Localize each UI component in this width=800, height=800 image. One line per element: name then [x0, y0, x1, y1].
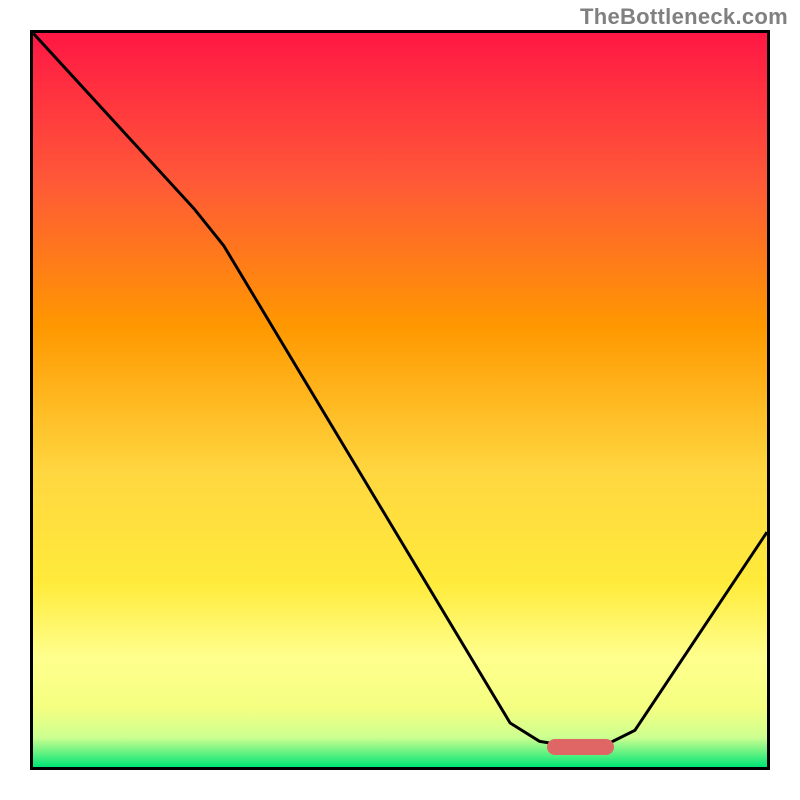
optimal-marker — [547, 739, 614, 755]
watermark-text: TheBottleneck.com — [580, 4, 788, 30]
chart-container: TheBottleneck.com — [0, 0, 800, 800]
plot-area — [30, 30, 770, 770]
bottleneck-curve — [33, 33, 767, 767]
